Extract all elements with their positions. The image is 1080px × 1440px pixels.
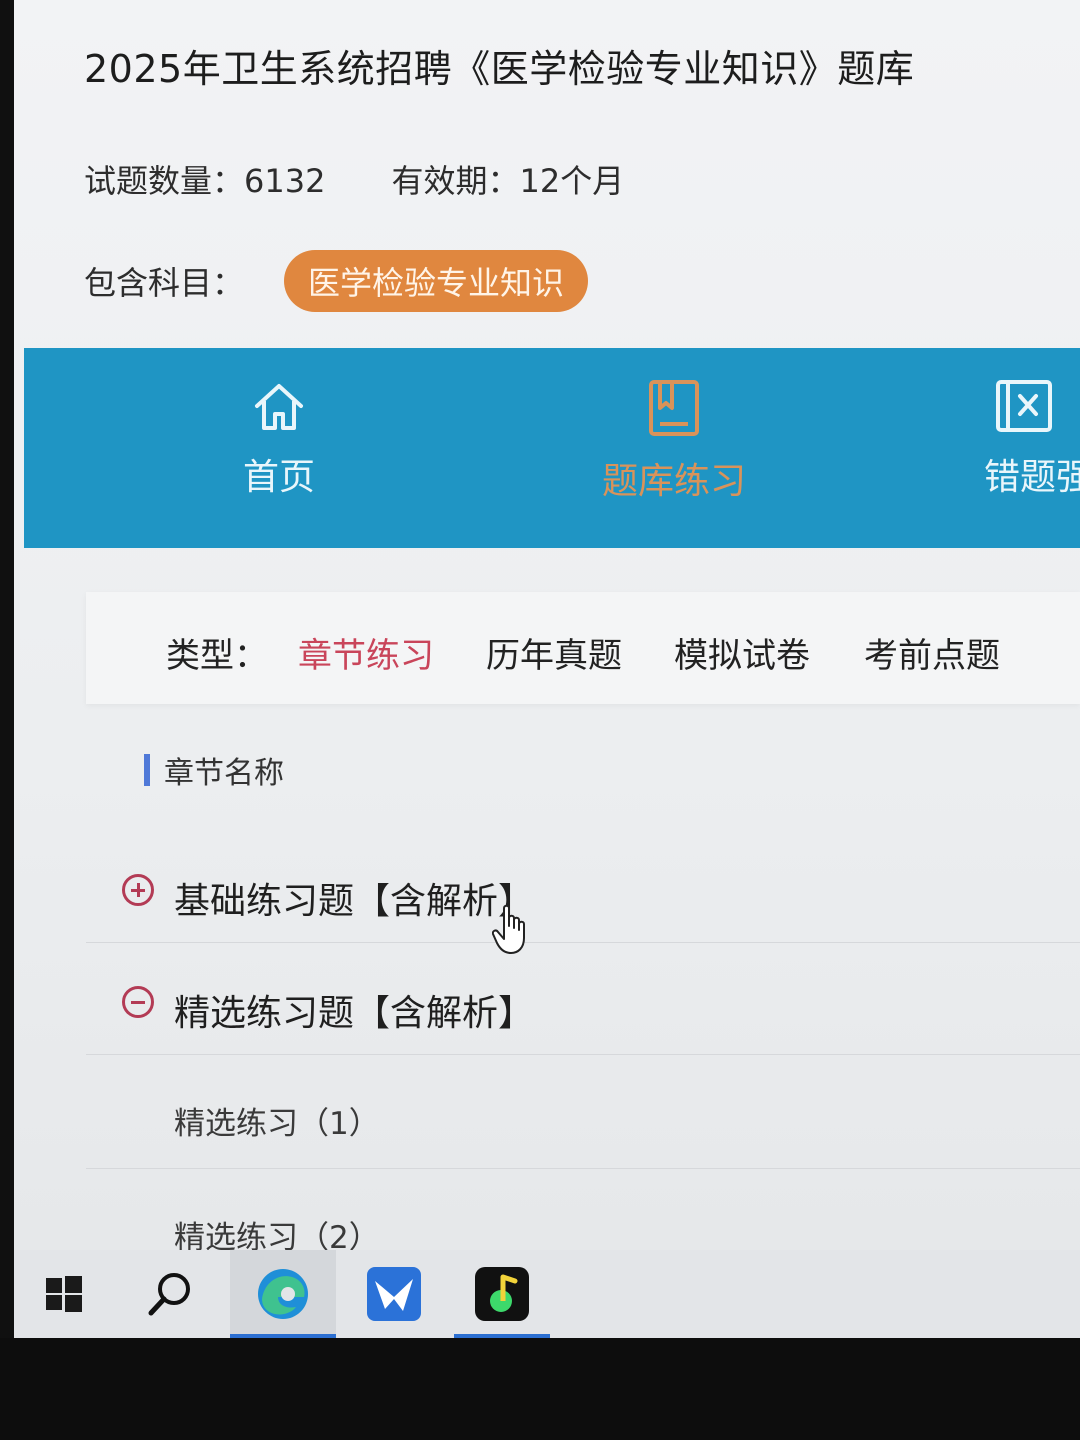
taskbar-edge-button[interactable] xyxy=(230,1250,336,1338)
chapter-item[interactable]: 精选练习（2） xyxy=(86,1190,1080,1250)
nav-question-bank-label: 题库练习 xyxy=(601,461,746,502)
music-app-icon xyxy=(475,1267,529,1321)
meta-row: 试题数量：6132 有效期：12个月 xyxy=(84,156,624,202)
chapter-group-label: 精选练习题【含解析】 xyxy=(174,993,535,1034)
type-pre-exam-tips[interactable]: 考前点题 xyxy=(864,628,1000,677)
collapse-minus-icon[interactable] xyxy=(122,986,154,1018)
book-icon xyxy=(649,380,699,436)
nav-question-bank[interactable]: 题库练习 xyxy=(564,378,784,504)
chapter-item[interactable]: 精选练习（1） xyxy=(86,1076,1080,1169)
subject-row: 包含科目： 医学检验专业知识 xyxy=(84,250,589,312)
taskbar-music-app-button[interactable] xyxy=(454,1250,550,1338)
start-button[interactable] xyxy=(14,1250,114,1338)
wrong-questions-icon xyxy=(996,380,1052,432)
taskbar-search-button[interactable] xyxy=(120,1250,220,1338)
section-accent-bar xyxy=(144,754,150,786)
taskbar-mail-app-button[interactable] xyxy=(344,1250,444,1338)
home-icon xyxy=(255,384,303,430)
page-title: 2025年卫生系统招聘《医学检验专业知识》题库 xyxy=(84,47,915,91)
search-icon xyxy=(148,1273,190,1316)
type-filter-bar: 类型： 章节练习 历年真题 模拟试卷 考前点题 xyxy=(86,592,1080,704)
monitor-bezel xyxy=(0,1338,1080,1440)
type-chapter-practice[interactable]: 章节练习 xyxy=(298,628,434,677)
chapter-group-label: 基础练习题【含解析】 xyxy=(174,881,535,922)
subject-tag[interactable]: 医学检验专业知识 xyxy=(284,250,589,312)
question-count: 6132 xyxy=(244,162,326,200)
type-past-exams[interactable]: 历年真题 xyxy=(486,628,622,677)
windows-start-icon xyxy=(46,1276,82,1312)
chapter-item-label: 精选练习（2） xyxy=(174,1220,380,1250)
expand-plus-icon[interactable] xyxy=(122,874,154,906)
nav-home[interactable]: 首页 xyxy=(169,378,389,500)
chapter-item-label: 精选练习（1） xyxy=(174,1106,380,1142)
nav-wrong-questions-label: 错题强 xyxy=(984,457,1080,498)
windows-taskbar xyxy=(14,1250,1080,1338)
chapter-list-header: 章节名称 xyxy=(144,752,284,791)
main-nav: 首页 题库练习 错题强 xyxy=(24,348,1080,548)
type-mock-papers[interactable]: 模拟试卷 xyxy=(674,628,810,677)
question-count-label: 试题数量： xyxy=(84,162,245,200)
hand-cursor-icon xyxy=(492,904,525,954)
validity-label: 有效期： xyxy=(391,162,520,200)
type-label: 类型： xyxy=(166,636,268,676)
chapter-group-basic[interactable]: 基础练习题【含解析】 xyxy=(86,852,1080,943)
nav-wrong-questions[interactable]: 错题强 xyxy=(984,378,1080,500)
nav-home-label: 首页 xyxy=(242,457,315,498)
chapter-list-title: 章节名称 xyxy=(164,756,284,791)
subjects-label: 包含科目： xyxy=(84,264,245,302)
validity-value: 12个月 xyxy=(519,162,625,200)
edge-browser-icon xyxy=(258,1269,308,1319)
chapter-group-selected[interactable]: 精选练习题【含解析】 xyxy=(86,964,1080,1055)
mail-bird-app-icon xyxy=(367,1267,421,1321)
page: 2025年卫生系统招聘《医学检验专业知识》题库 试题数量：6132 有效期：12个… xyxy=(14,0,1080,1250)
